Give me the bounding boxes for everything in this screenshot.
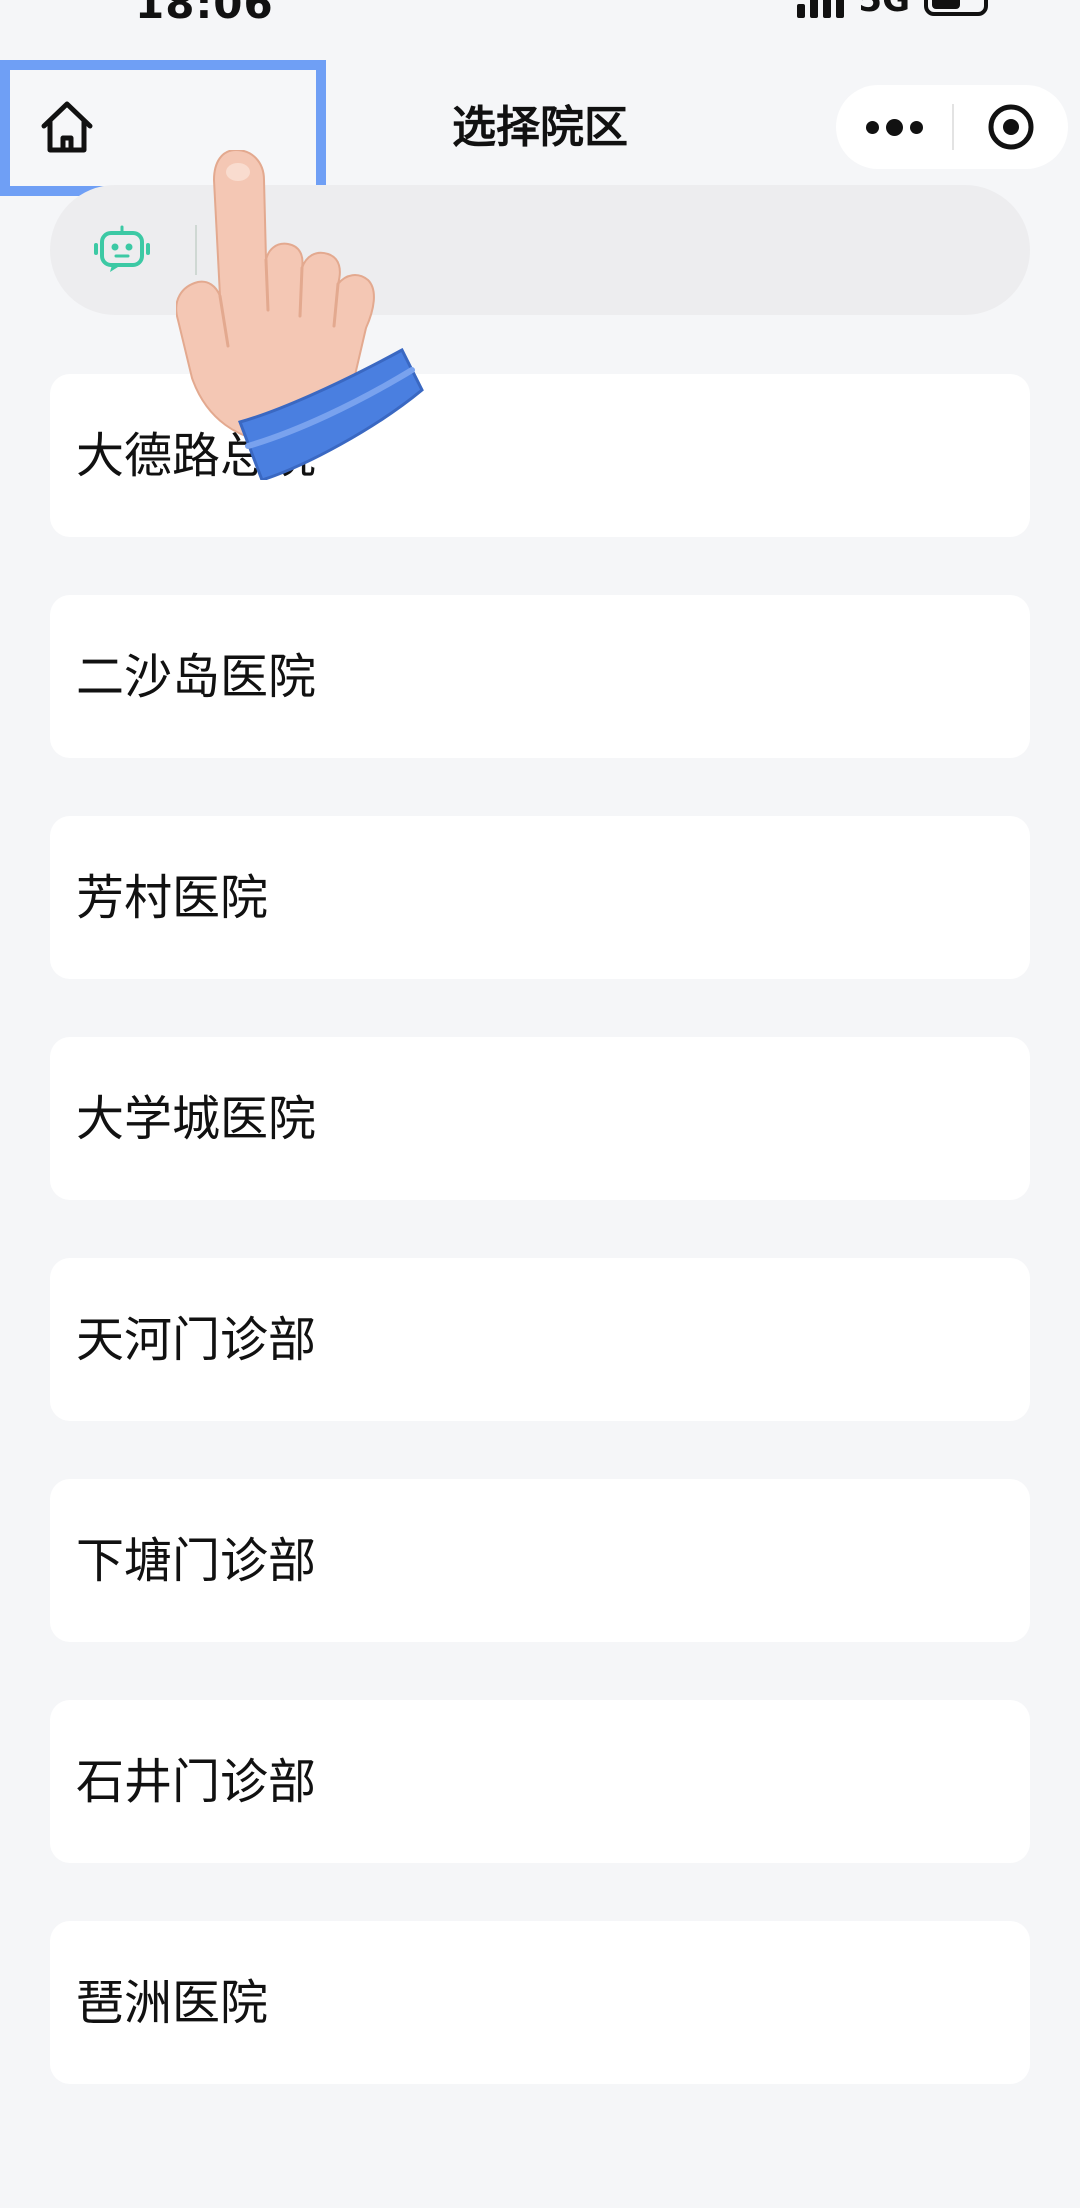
campus-name: 芳村医院 <box>76 869 269 926</box>
more-button[interactable] <box>836 85 952 169</box>
campus-item-pazhou[interactable]: 琶洲医院 <box>50 1921 1030 2084</box>
campus-item-daxuecheng[interactable]: 大学城医院 <box>50 1037 1030 1200</box>
target-close-icon <box>988 104 1034 150</box>
search-input[interactable] <box>286 215 986 285</box>
screen: 18:06 5G 选择院区 大德路总院 二沙岛医院 芳村医院 大学城医院 天河门… <box>0 0 1080 2208</box>
network-type: 5G <box>858 0 910 20</box>
campus-item-shijing[interactable]: 石井门诊部 <box>50 1700 1030 1863</box>
search-icon <box>225 230 270 275</box>
campus-name: 天河门诊部 <box>76 1311 317 1368</box>
campus-item-xiatang[interactable]: 下塘门诊部 <box>50 1479 1030 1642</box>
campus-item-ershadao[interactable]: 二沙岛医院 <box>50 595 1030 758</box>
campus-name: 大学城医院 <box>76 1090 317 1147</box>
search-bar[interactable] <box>50 185 1030 315</box>
campus-name: 下塘门诊部 <box>76 1532 317 1589</box>
search-divider <box>195 225 197 275</box>
campus-name: 琶洲医院 <box>76 1974 269 2031</box>
campus-list: 大德路总院 二沙岛医院 芳村医院 大学城医院 天河门诊部 下塘门诊部 石井门诊部… <box>50 374 1030 2142</box>
campus-item-fangcun[interactable]: 芳村医院 <box>50 816 1030 979</box>
campus-name: 石井门诊部 <box>76 1753 317 1810</box>
status-indicators: 5G <box>797 0 988 22</box>
robot-icon[interactable] <box>94 225 150 275</box>
close-button[interactable] <box>954 85 1068 169</box>
status-bar: 18:06 5G <box>0 0 1080 30</box>
battery-icon <box>924 0 988 16</box>
nav-bar: 选择院区 <box>0 58 1080 198</box>
mini-program-capsule <box>836 85 1068 169</box>
campus-name: 大德路总院 <box>76 427 317 484</box>
signal-icon <box>797 0 845 18</box>
campus-name: 二沙岛医院 <box>76 648 317 705</box>
more-dots-icon <box>865 120 879 134</box>
campus-item-tianhemen[interactable]: 天河门诊部 <box>50 1258 1030 1421</box>
campus-item-dadelu[interactable]: 大德路总院 <box>50 374 1030 537</box>
status-time: 18:06 <box>135 0 274 28</box>
